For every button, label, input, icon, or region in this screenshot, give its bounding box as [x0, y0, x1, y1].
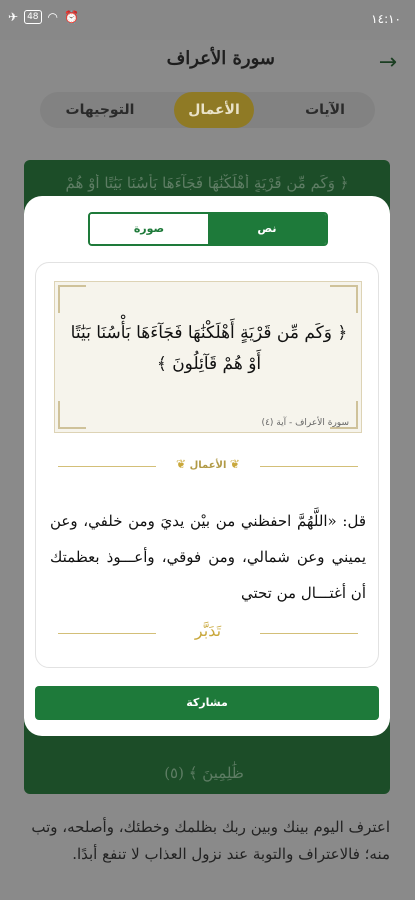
ornament-icon: ❦ — [176, 457, 187, 471]
format-toggle: نص صورة — [88, 212, 328, 246]
verse-text: ﴿ وَكَم مِّن قَرْيَةٍ أَهْلَكْنَٰهَا فَج… — [70, 323, 348, 374]
frame-ornament — [58, 401, 86, 429]
wifi-icon: ◠ — [47, 10, 58, 24]
battery-indicator: 48 — [24, 10, 42, 24]
section-label: ❦ الأعمال ❦ — [156, 457, 260, 475]
toggle-text-option[interactable]: نص — [208, 214, 326, 244]
toggle-image-option[interactable]: صورة — [90, 214, 208, 244]
page-title: سورة الأعراف — [166, 48, 275, 69]
tab-actions[interactable]: الأعمال — [174, 92, 254, 128]
back-arrow-icon[interactable]: → — [379, 50, 397, 75]
clock: ١٤:١٠ — [371, 12, 401, 26]
share-modal: نص صورة ﴿ وَكَم مِّن قَرْيَةٍ أَهْلَكْنَ… — [24, 196, 390, 736]
tab-guidance[interactable]: التوجيهات — [40, 92, 160, 128]
airplane-icon: ✈ — [8, 10, 19, 24]
ornament-icon: ❦ — [229, 457, 240, 471]
action-text: قل: «اللَّهُمَّ احفظني من بيْن يديَ ومن … — [50, 512, 366, 602]
status-bar: ✈ 48 ◠ ⏰ ١٤:١٠ — [0, 0, 415, 40]
share-button[interactable]: مشاركة — [35, 686, 379, 720]
frame-ornament — [330, 285, 358, 313]
tadabbur-signature: تَدَبَّر — [156, 621, 260, 641]
section-label-text: الأعمال — [189, 460, 227, 471]
background-verse-top: ﴿ وَكَم مِّن قَرْيَةٍ أَهْلَكْنَٰهَا فَج… — [65, 174, 349, 192]
background-verse-bottom: ظَٰلِمِينَ ﴾ (٥) — [164, 764, 244, 782]
tab-bar: الآيات الأعمال التوجيهات — [40, 92, 375, 128]
guidance-text: اعترف اليوم بينك وبين ربك بظلمك وخطئك، و… — [31, 818, 390, 863]
share-preview-card: ﴿ وَكَم مِّن قَرْيَةٍ أَهْلَكْنَٰهَا فَج… — [35, 262, 379, 668]
status-icons: ✈ 48 ◠ ⏰ — [8, 10, 79, 24]
app-header: سورة الأعراف → — [0, 40, 415, 90]
frame-ornament — [58, 285, 86, 313]
tab-verses[interactable]: الآيات — [285, 92, 365, 128]
verse-frame: ﴿ وَكَم مِّن قَرْيَةٍ أَهْلَكْنَٰهَا فَج… — [54, 281, 362, 433]
verse-reference: سورة الأعراف - آية (٤) — [261, 418, 349, 428]
alarm-icon: ⏰ — [64, 10, 79, 24]
